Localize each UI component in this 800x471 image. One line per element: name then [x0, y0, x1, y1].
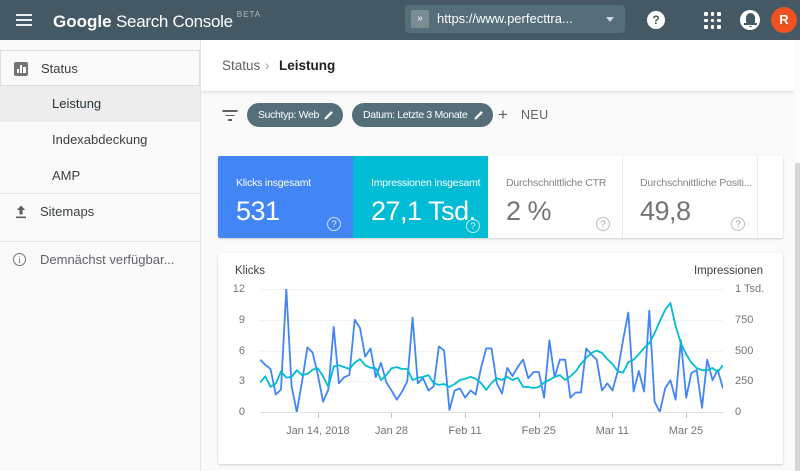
x-axis-label: Feb 11	[448, 425, 482, 437]
app-logo: Google Search Console BETA	[53, 10, 261, 32]
filter-chip-datum[interactable]: Datum: Letzte 3 Monate	[352, 103, 493, 127]
sidebar-item-sitemaps[interactable]: Sitemaps	[0, 194, 200, 230]
sidebar-status-label: Status	[41, 61, 78, 76]
plus-icon: +	[498, 105, 508, 124]
y-axis-left-label: 9	[238, 313, 245, 326]
y-axis-right-label: 500	[735, 344, 754, 357]
logo-product: Search Console	[116, 12, 233, 31]
property-url: https://www.perfecttra...	[437, 11, 573, 26]
metric-ctr-label: Durchschnittliche CTR	[506, 177, 607, 189]
metric-divider	[757, 156, 758, 238]
sidebar-item-status[interactable]: Status	[0, 50, 200, 86]
chart-axis-title-impressionen: Impressionen	[693, 265, 763, 277]
breadcrumb-page-title: Leistung	[279, 58, 336, 73]
x-axis-label: Feb 25	[521, 425, 556, 437]
x-axis-label: Jan 14, 2018	[286, 425, 350, 437]
metric-impressionen-value: 27,1 Tsd.	[371, 196, 476, 226]
property-selector[interactable]: » https://www.perfecttra...	[405, 5, 625, 33]
x-axis-label: Jan 28	[374, 425, 408, 437]
metric-impressionen-label: Impressionen insgesamt	[371, 177, 481, 189]
hamburger-menu-icon[interactable]	[16, 14, 32, 26]
help-circle-icon[interactable]: ?	[466, 219, 480, 233]
y-axis-left-label: 6	[238, 344, 245, 357]
metrics-card: Klicks insgesamt 531 ? Impressionen insg…	[218, 156, 783, 238]
y-axis-left-label: 3	[238, 375, 245, 388]
metric-impressionen[interactable]: Impressionen insgesamt 27,1 Tsd. ?	[353, 156, 488, 238]
metric-ctr-value: 2 %	[506, 196, 552, 226]
metric-klicks-label: Klicks insgesamt	[236, 177, 311, 189]
performance-chart-card: Klicks Impressionen 12 1 Tsd. 9 750 6 500 3 250…	[218, 253, 783, 464]
metric-position-value: 49,8	[640, 196, 691, 226]
metric-klicks-value: 531	[236, 196, 280, 226]
x-axis-tick	[465, 413, 467, 418]
metric-position[interactable]: Durchschnittliche Positi... 49,8 ?	[622, 156, 757, 238]
sidebar-leistung-label: Leistung	[52, 96, 102, 111]
scrollbar-thumb[interactable]	[794, 163, 800, 471]
x-axis-tick	[391, 413, 393, 418]
info-icon: i	[13, 253, 26, 266]
logo-beta-tag: BETA	[236, 10, 262, 19]
apps-grid-icon[interactable]	[704, 12, 721, 29]
x-axis-tick	[685, 413, 687, 418]
y-axis-right-label: 250	[735, 375, 754, 388]
sidebar-sitemaps-label: Sitemaps	[40, 204, 95, 219]
edit-pencil-icon	[474, 111, 483, 120]
x-axis-tick	[538, 413, 540, 418]
notifications-bell-icon[interactable]	[740, 10, 760, 30]
avatar[interactable]: R	[771, 7, 797, 33]
x-axis-tick	[317, 413, 319, 418]
property-icon: »	[411, 10, 429, 28]
breadcrumb: Status › Leistung	[201, 40, 800, 91]
sidebar-coming-soon-label: Demnächst verfügbar...	[40, 252, 175, 267]
help-circle-icon[interactable]: ?	[596, 217, 610, 231]
metric-position-label: Durchschnittliche Positi...	[640, 177, 752, 189]
help-circle-icon[interactable]: ?	[327, 217, 341, 231]
y-axis-right-label: 0	[735, 406, 742, 418]
sidebar-item-leistung[interactable]: Leistung	[0, 86, 200, 122]
help-circle-icon[interactable]: ?	[731, 217, 745, 231]
app-header: Google Search Console BETA » https://www.…	[0, 0, 800, 40]
filter-chip-suchtyp-label: Suchtyp: Web	[258, 109, 319, 121]
y-axis-left-label: 12	[232, 283, 245, 295]
breadcrumb-status[interactable]: Status	[222, 40, 260, 91]
scrollbar-track[interactable]	[794, 40, 800, 471]
filter-icon[interactable]	[222, 107, 238, 123]
y-axis-left-label: 0	[238, 406, 245, 418]
x-axis-tick	[612, 413, 614, 418]
sidebar-item-amp[interactable]: AMP	[0, 158, 200, 194]
x-axis-label: Mar 11	[595, 425, 630, 437]
x-axis-label: Mar 25	[668, 425, 704, 437]
edit-pencil-icon	[324, 111, 333, 120]
breadcrumb-chevron-icon: ›	[265, 58, 270, 73]
sitemaps-upload-icon	[13, 204, 29, 225]
logo-google: Google	[53, 12, 112, 31]
status-chart-icon	[14, 62, 28, 76]
chart-line-klicks	[260, 289, 723, 412]
chart-axis-title-klicks: Klicks	[235, 265, 266, 277]
chevron-down-icon	[606, 17, 614, 22]
chart-baseline	[260, 412, 723, 413]
filter-chip-datum-label: Datum: Letzte 3 Monate	[363, 109, 468, 121]
y-axis-right-label: 1 Tsd.	[735, 283, 765, 295]
sidebar-item-coming-soon: i Demnächst verfügbar...	[0, 242, 200, 278]
sidebar-item-indexabdeckung[interactable]: Indexabdeckung	[0, 122, 200, 158]
metric-klicks[interactable]: Klicks insgesamt 531 ?	[218, 156, 353, 238]
sidebar: Status Leistung Indexabdeckung AMP Sitem…	[0, 40, 201, 471]
sidebar-indexabdeckung-label: Indexabdeckung	[52, 132, 148, 147]
metric-ctr[interactable]: Durchschnittliche CTR 2 % ?	[488, 156, 622, 238]
filter-chip-suchtyp[interactable]: Suchtyp: Web	[247, 103, 343, 127]
main-content: Status › Leistung Suchtyp: Web Datum: Le…	[201, 40, 800, 471]
new-filter-label: NEU	[521, 108, 549, 122]
help-icon[interactable]: ?	[647, 11, 665, 29]
y-axis-right-label: 750	[735, 313, 754, 326]
metric-divider	[622, 156, 623, 238]
chart-plot[interactable]	[260, 289, 723, 412]
sidebar-amp-label: AMP	[52, 168, 81, 183]
